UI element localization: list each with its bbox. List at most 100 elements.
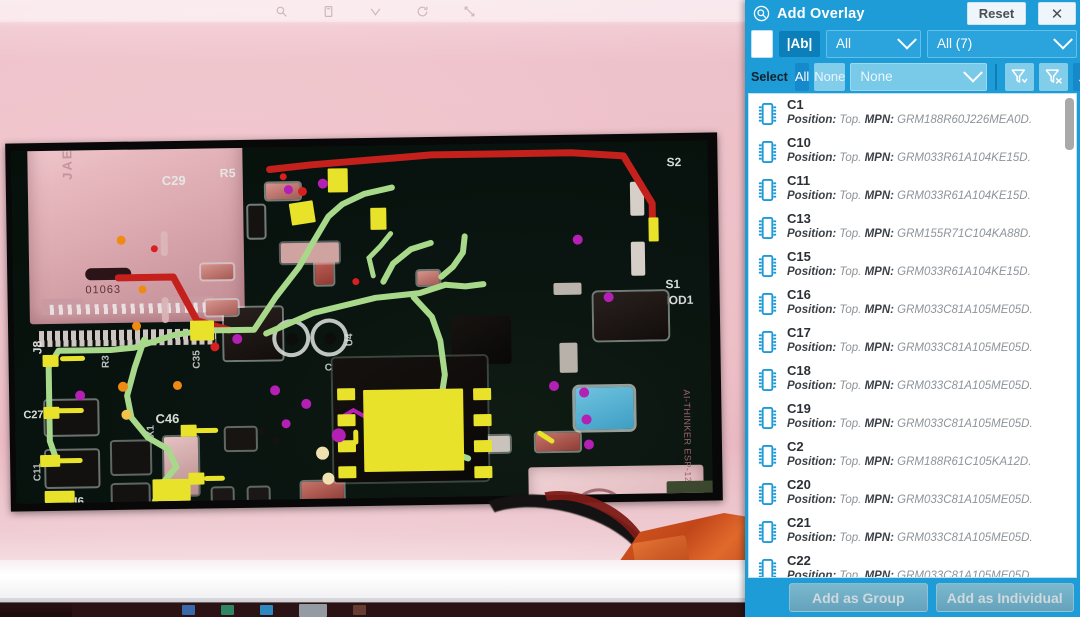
overlay-dot [298,187,307,196]
overlay-dot [282,419,291,428]
count-filter-label: All (7) [937,36,1050,51]
list-item[interactable]: C1Position: Top. MPN: GRM188R60J226MEA0D… [749,94,1076,132]
component-details: Position: Top. MPN: GRM033R61A104KE15D. [787,151,1070,166]
list-item[interactable]: C22Position: Top. MPN: GRM033C81A105ME05… [749,550,1076,577]
overlay-search-icon [753,5,770,22]
position-value: Top. [839,380,861,392]
position-label: Position: [787,570,836,577]
mpn-label: MPN: [865,570,894,577]
overlay-dot [270,385,280,395]
component-name: C11 [787,173,1070,189]
close-button[interactable]: ✕ [1038,2,1076,25]
list-item-text: C2Position: Top. MPN: GRM188R61C105KA12D… [787,439,1070,470]
search-field[interactable] [751,30,773,58]
list-item[interactable]: C11Position: Top. MPN: GRM033R61A104KE15… [749,170,1076,208]
pcb-board-photo[interactable]: JAE 01063 J8 C27 R3 C35 C46 X1 C11 [5,132,723,511]
camera-viewport[interactable]: JAE 01063 J8 C27 R3 C35 C46 X1 C11 [0,0,750,617]
overlay-dot [272,437,279,444]
case-sensitive-toggle[interactable]: |Ab| [779,31,820,57]
add-overlay-panel: Add Overlay Reset ✕ |Ab| All All (7) Sel… [745,0,1080,617]
overlay-dot [579,387,589,397]
taskbar-icon[interactable] [299,604,327,617]
component-details: Position: Top. MPN: GRM033C81A105ME05D. [787,493,1070,508]
mpn-value: GRM033R61A104KE15D. [897,190,1031,202]
position-value: Top. [839,304,861,316]
overlay-dot [117,236,126,245]
module-text: AI-THINKER ESP-12S [682,389,694,489]
search-input[interactable] [760,35,764,52]
list-item-text: C1Position: Top. MPN: GRM188R60J226MEA0D… [787,97,1070,128]
position-value: Top. [839,532,861,544]
position-label: Position: [787,494,836,506]
taskbar-items[interactable] [72,603,750,617]
overlay-pad [328,168,348,192]
chevron-down-icon[interactable] [368,4,382,18]
list-item[interactable]: C13Position: Top. MPN: GRM155R71C104KA88… [749,208,1076,246]
chevron-down-icon [963,62,983,82]
list-item[interactable]: C21Position: Top. MPN: GRM033C81A105ME05… [749,512,1076,550]
taskbar-icon[interactable] [353,605,366,615]
filter-add-button[interactable] [1005,63,1034,91]
os-taskbar[interactable] [0,598,750,617]
taskbar-icon[interactable] [260,605,273,615]
scrollbar-thumb[interactable] [1065,98,1074,150]
search-icon[interactable] [274,4,288,18]
overlay-dot [584,439,594,449]
list-item[interactable]: C15Position: Top. MPN: GRM033R61A104KE15… [749,246,1076,284]
overlay-dot [284,185,293,194]
position-label: Position: [787,342,836,354]
overlay-dot [604,292,614,302]
add-as-group-button[interactable]: Add as Group [789,583,928,612]
mpn-value: GRM033C81A105ME05D. [897,380,1033,392]
ic-chip-icon [756,177,779,203]
rotate-icon[interactable] [415,4,429,18]
overlay-pad [338,466,356,478]
list-item[interactable]: C16Position: Top. MPN: GRM033C81A105ME05… [749,284,1076,322]
list-item-text: C11Position: Top. MPN: GRM033R61A104KE15… [787,173,1070,204]
list-item[interactable]: C19Position: Top. MPN: GRM033C81A105ME05… [749,398,1076,436]
select-none-button[interactable]: None [814,63,845,91]
list-scrollbar[interactable] [1065,96,1074,575]
overlay-pad [190,320,214,340]
list-item[interactable]: C20Position: Top. MPN: GRM033C81A105ME05… [749,474,1076,512]
mpn-value: GRM155R71C104KA88D. [897,228,1031,240]
overlay-dot [232,334,242,344]
list-item[interactable]: C18Position: Top. MPN: GRM033C81A105ME05… [749,360,1076,398]
ic-chip-icon [756,329,779,355]
filter-clear-button[interactable] [1039,63,1068,91]
overlay-pad [337,388,355,400]
taskbar-icon[interactable] [221,605,234,615]
filter-clear-icon [1044,67,1063,86]
component-name: C15 [787,249,1070,265]
list-item[interactable]: C2Position: Top. MPN: GRM188R61C105KA12D… [749,436,1076,474]
filter-bar: |Ab| All All (7) [745,27,1080,60]
position-value: Top. [839,266,861,278]
overlay-dot [301,399,311,409]
mpn-label: MPN: [865,228,894,240]
component-list-rows[interactable]: C1Position: Top. MPN: GRM188R60J226MEA0D… [749,94,1076,577]
mpn-label: MPN: [865,114,894,126]
type-filter-dropdown[interactable]: All [826,30,921,58]
count-filter-dropdown[interactable]: All (7) [927,30,1077,58]
capture-icon[interactable] [321,4,335,18]
overlay-dot [259,428,266,435]
select-all-button[interactable]: All [795,63,809,91]
usb-c-connector: JAE 01063 [27,141,245,325]
select-mode-dropdown[interactable]: None [850,63,987,91]
list-item[interactable]: C10Position: Top. MPN: GRM033R61A104KE15… [749,132,1076,170]
camera-toolbar[interactable] [0,0,750,22]
expand-icon[interactable] [462,4,476,18]
overlay-dot [151,245,158,252]
position-label: Position: [787,532,836,544]
overlay-pad [43,407,59,419]
add-as-individual-button[interactable]: Add as Individual [936,583,1075,612]
position-label: Position: [787,304,836,316]
type-filter-label: All [836,36,894,51]
list-item[interactable]: C17Position: Top. MPN: GRM033C81A105ME05… [749,322,1076,360]
sort-button[interactable] [1073,63,1080,91]
component-details: Position: Top. MPN: GRM033R61A104KE15D. [787,189,1070,204]
reset-button[interactable]: Reset [967,2,1026,25]
overlay-pad [152,479,190,502]
taskbar-icon[interactable] [182,605,195,615]
component-list[interactable]: C1Position: Top. MPN: GRM188R60J226MEA0D… [748,93,1077,578]
